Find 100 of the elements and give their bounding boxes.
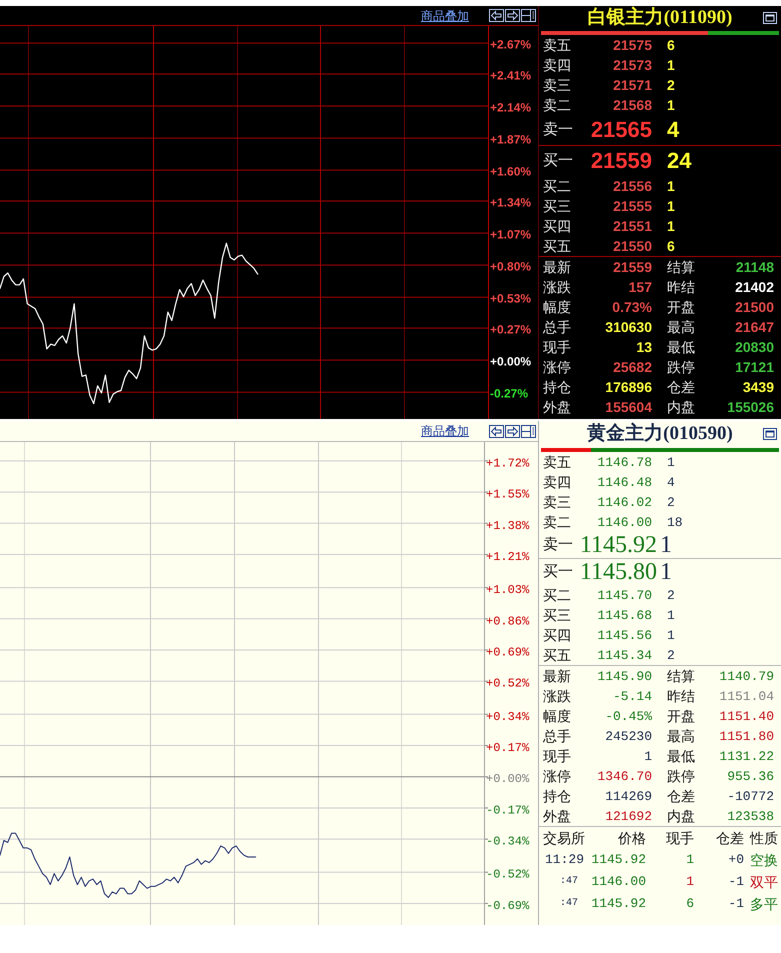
axis-label: +1.72% <box>486 456 530 470</box>
axis-label: +2.41% <box>490 68 532 82</box>
trade-oi-change: -1 <box>727 874 744 890</box>
axis-label: +1.21% <box>486 550 530 564</box>
stat-label: 现手 <box>543 747 572 765</box>
column-header: 价格 <box>617 829 646 847</box>
stat-label: 跌停 <box>667 358 696 376</box>
axis-label: +0.00% <box>486 772 530 786</box>
order-label: 卖二 <box>543 513 572 531</box>
stat-value: 157 <box>628 279 652 295</box>
order-label: 卖四 <box>543 56 572 74</box>
maximize-icon[interactable] <box>763 428 777 440</box>
axis-label: +0.27% <box>490 322 532 337</box>
order-label: 买一 <box>543 563 574 581</box>
order-volume: 1 <box>667 218 676 234</box>
order-price: 1145.70 <box>596 588 652 602</box>
stat-value: 1151.80 <box>718 728 774 744</box>
order-price: 21551 <box>612 218 652 234</box>
order-price: 21550 <box>612 238 652 254</box>
stat-label: 外盘 <box>543 807 572 825</box>
order-label: 买三 <box>543 197 572 215</box>
stat-value: 1140.79 <box>718 668 774 684</box>
order-volume: 2 <box>667 648 676 662</box>
order-price: 1145.68 <box>596 608 652 622</box>
order-price: 1145.56 <box>596 628 652 642</box>
trade-volume: 1 <box>685 874 694 890</box>
axis-label: +0.00% <box>490 354 532 369</box>
axis-label: +0.17% <box>486 741 530 756</box>
stat-label: 总手 <box>543 727 572 745</box>
stat-value: 155604 <box>604 399 652 415</box>
order-label: 买四 <box>543 626 572 644</box>
stat-value: 21500 <box>734 299 774 315</box>
stat-value: 25682 <box>612 359 652 375</box>
axis-label: +0.53% <box>490 292 532 306</box>
axis-label: +2.14% <box>490 100 532 115</box>
order-price: 1145.80 <box>578 559 657 585</box>
axis-label: -0.69% <box>486 898 530 913</box>
order-label: 卖五 <box>543 453 572 471</box>
column-header: 仓差 <box>715 829 744 847</box>
order-label: 卖四 <box>543 473 572 491</box>
order-volume: 1 <box>660 532 673 558</box>
axis-label: +0.69% <box>486 646 530 660</box>
stat-value: 1131.22 <box>718 748 774 764</box>
trade-oi-change: -1 <box>727 896 744 912</box>
stat-value: 21647 <box>734 319 774 335</box>
split-view-icon[interactable] <box>521 424 536 438</box>
trade-type: 空换 <box>750 851 779 869</box>
overlay-link[interactable]: 商品叠加 <box>421 424 469 438</box>
order-volume: 1 <box>667 57 676 73</box>
trade-price: 1145.92 <box>590 852 646 868</box>
order-label: 卖三 <box>543 493 572 511</box>
stat-value: 114269 <box>604 788 652 804</box>
stat-value: 20830 <box>734 339 774 355</box>
stat-value: 0.73% <box>611 299 652 315</box>
stat-label: 最高 <box>667 727 696 745</box>
order-label: 卖二 <box>543 96 572 114</box>
stat-value: 21148 <box>734 259 774 275</box>
order-volume: 4 <box>667 117 680 143</box>
order-price: 21573 <box>612 57 652 73</box>
stat-value: 1145.90 <box>596 668 652 684</box>
stat-label: 持仓 <box>543 378 572 396</box>
axis-label: +1.55% <box>486 488 530 502</box>
stat-label: 内盘 <box>667 807 696 825</box>
stat-value: 17121 <box>734 359 774 375</box>
stat-value: 121692 <box>604 808 652 824</box>
overlay-link[interactable]: 商品叠加 <box>421 8 469 22</box>
axis-label: +1.60% <box>490 164 532 179</box>
stat-value: -10772 <box>726 788 774 804</box>
stat-value: 1346.70 <box>596 768 652 784</box>
stat-value: 3439 <box>742 379 774 395</box>
stat-value: 1 <box>643 748 652 764</box>
order-price: 21575 <box>612 37 652 53</box>
axis-label: +0.52% <box>486 676 530 691</box>
axis-label: -0.27% <box>490 386 528 401</box>
stat-label: 最高 <box>667 318 696 336</box>
order-label: 卖三 <box>543 76 572 94</box>
order-volume: 2 <box>667 588 676 602</box>
left-arrow-icon[interactable] <box>489 424 504 438</box>
order-volume: 1 <box>660 559 673 585</box>
stat-label: 总手 <box>543 318 572 336</box>
stat-value: 123538 <box>726 808 774 824</box>
order-volume: 2 <box>667 494 676 510</box>
trade-type: 多平 <box>750 895 779 913</box>
stat-value: 21559 <box>612 259 652 275</box>
right-arrow-icon[interactable] <box>505 424 520 438</box>
order-price: 21568 <box>612 97 652 113</box>
axis-label: +1.34% <box>490 196 532 210</box>
order-label: 买二 <box>543 586 572 604</box>
stat-label: 最新 <box>543 667 572 685</box>
stat-label: 昨结 <box>667 278 696 296</box>
order-volume: 1 <box>667 628 676 642</box>
stat-label: 昨结 <box>667 687 696 705</box>
order-price: 1146.00 <box>596 514 652 530</box>
order-volume: 2 <box>667 77 676 93</box>
order-price: 1146.48 <box>596 474 652 490</box>
trade-price: 1146.00 <box>590 874 646 890</box>
order-volume: 4 <box>667 474 676 490</box>
axis-label: +2.67% <box>490 38 532 52</box>
order-price: 21559 <box>590 148 652 174</box>
order-volume: 1 <box>667 198 676 214</box>
